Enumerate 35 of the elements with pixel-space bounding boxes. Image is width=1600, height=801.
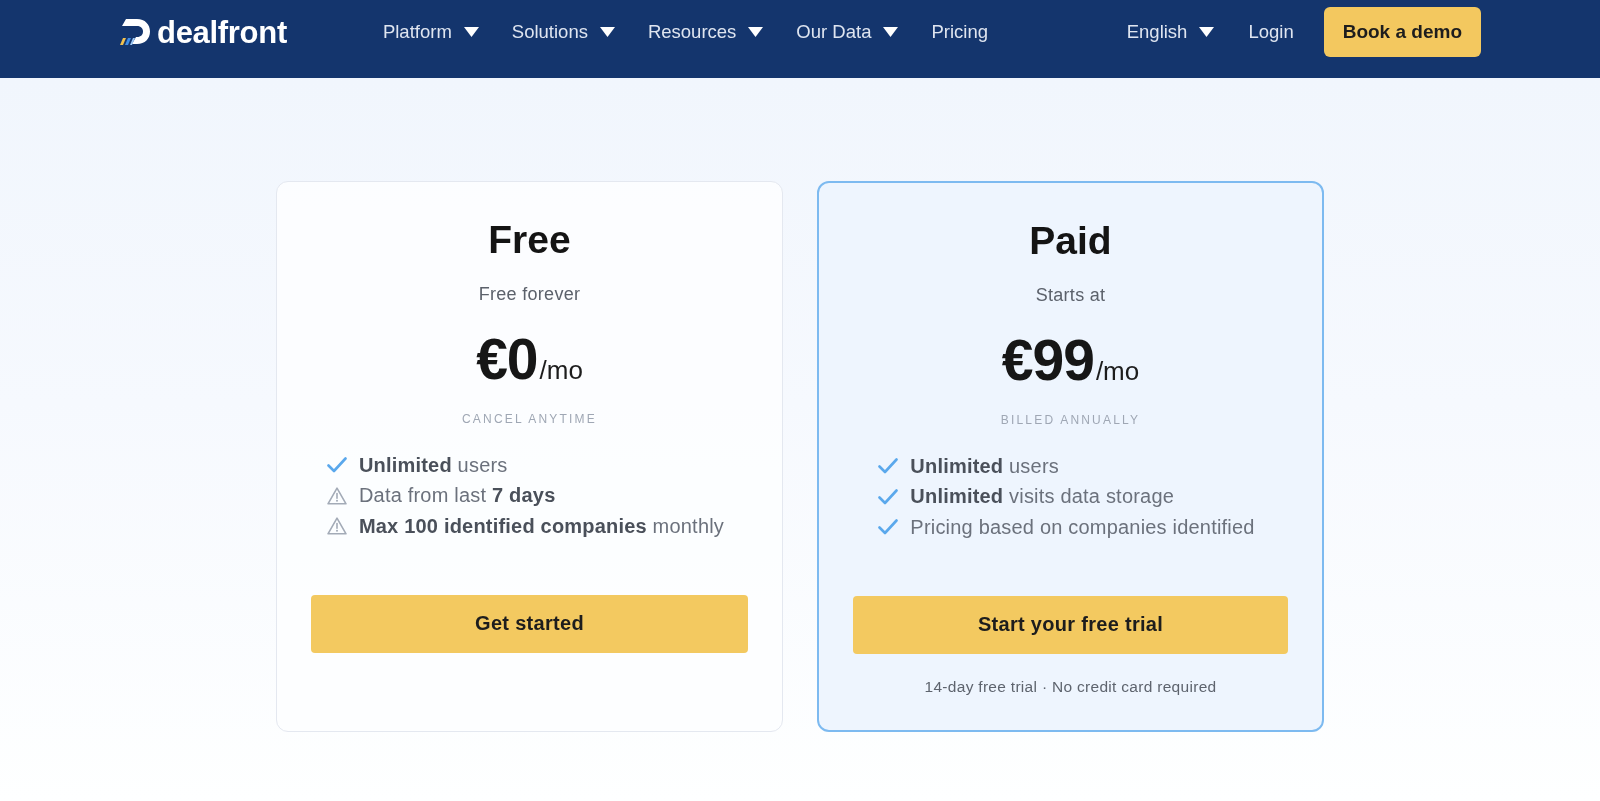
price-period: /mo [1095, 356, 1140, 387]
plan-subtitle: Free forever [478, 283, 581, 306]
plan-name: Free [488, 217, 571, 263]
plan-button[interactable]: Start your free trial [853, 595, 1288, 654]
check-icon [878, 519, 899, 536]
logo-icon [117, 18, 151, 46]
plan-subtitle: Starts at [1035, 284, 1106, 307]
trial-footnote: 14-day free trial · No credit card required [924, 676, 1217, 697]
logo-text[interactable]: dealfront [157, 16, 287, 48]
price-period: /mo [539, 355, 583, 386]
nav-link[interactable]: Resources [647, 20, 764, 44]
plan-name: Paid [1029, 218, 1112, 264]
feature-text: Data from last 7 days [358, 484, 556, 508]
plan-price: €99 [1001, 327, 1094, 393]
nav-link[interactable]: Solutions [511, 20, 615, 44]
feature-text: Unlimited users [910, 454, 1059, 478]
plan-button[interactable]: Get started [311, 594, 748, 653]
login-link[interactable]: Login [1248, 20, 1294, 44]
check-icon [878, 488, 899, 505]
nav-link[interactable]: Our Data [796, 20, 899, 44]
billing-note: BILLED ANNUALLY [1000, 412, 1141, 429]
check-icon [326, 457, 347, 474]
nav-link[interactable]: Platform [382, 20, 479, 44]
nav-link[interactable]: Pricing [931, 20, 988, 44]
feature-text: Unlimited visits data storage [910, 485, 1175, 509]
billing-note: CANCEL ANYTIME [461, 411, 597, 428]
warning-icon [326, 517, 347, 536]
warning-icon [326, 486, 347, 505]
book-demo-button[interactable]: Book a demo [1323, 7, 1481, 57]
language-selector[interactable]: English [1126, 20, 1215, 44]
feature-text: Unlimited users [358, 453, 508, 477]
feature-text: Pricing based on companies identified [910, 515, 1255, 539]
feature-text: Max 100 identified companies monthly [358, 514, 725, 538]
plan-price: €0 [476, 326, 538, 392]
check-icon [878, 458, 899, 475]
